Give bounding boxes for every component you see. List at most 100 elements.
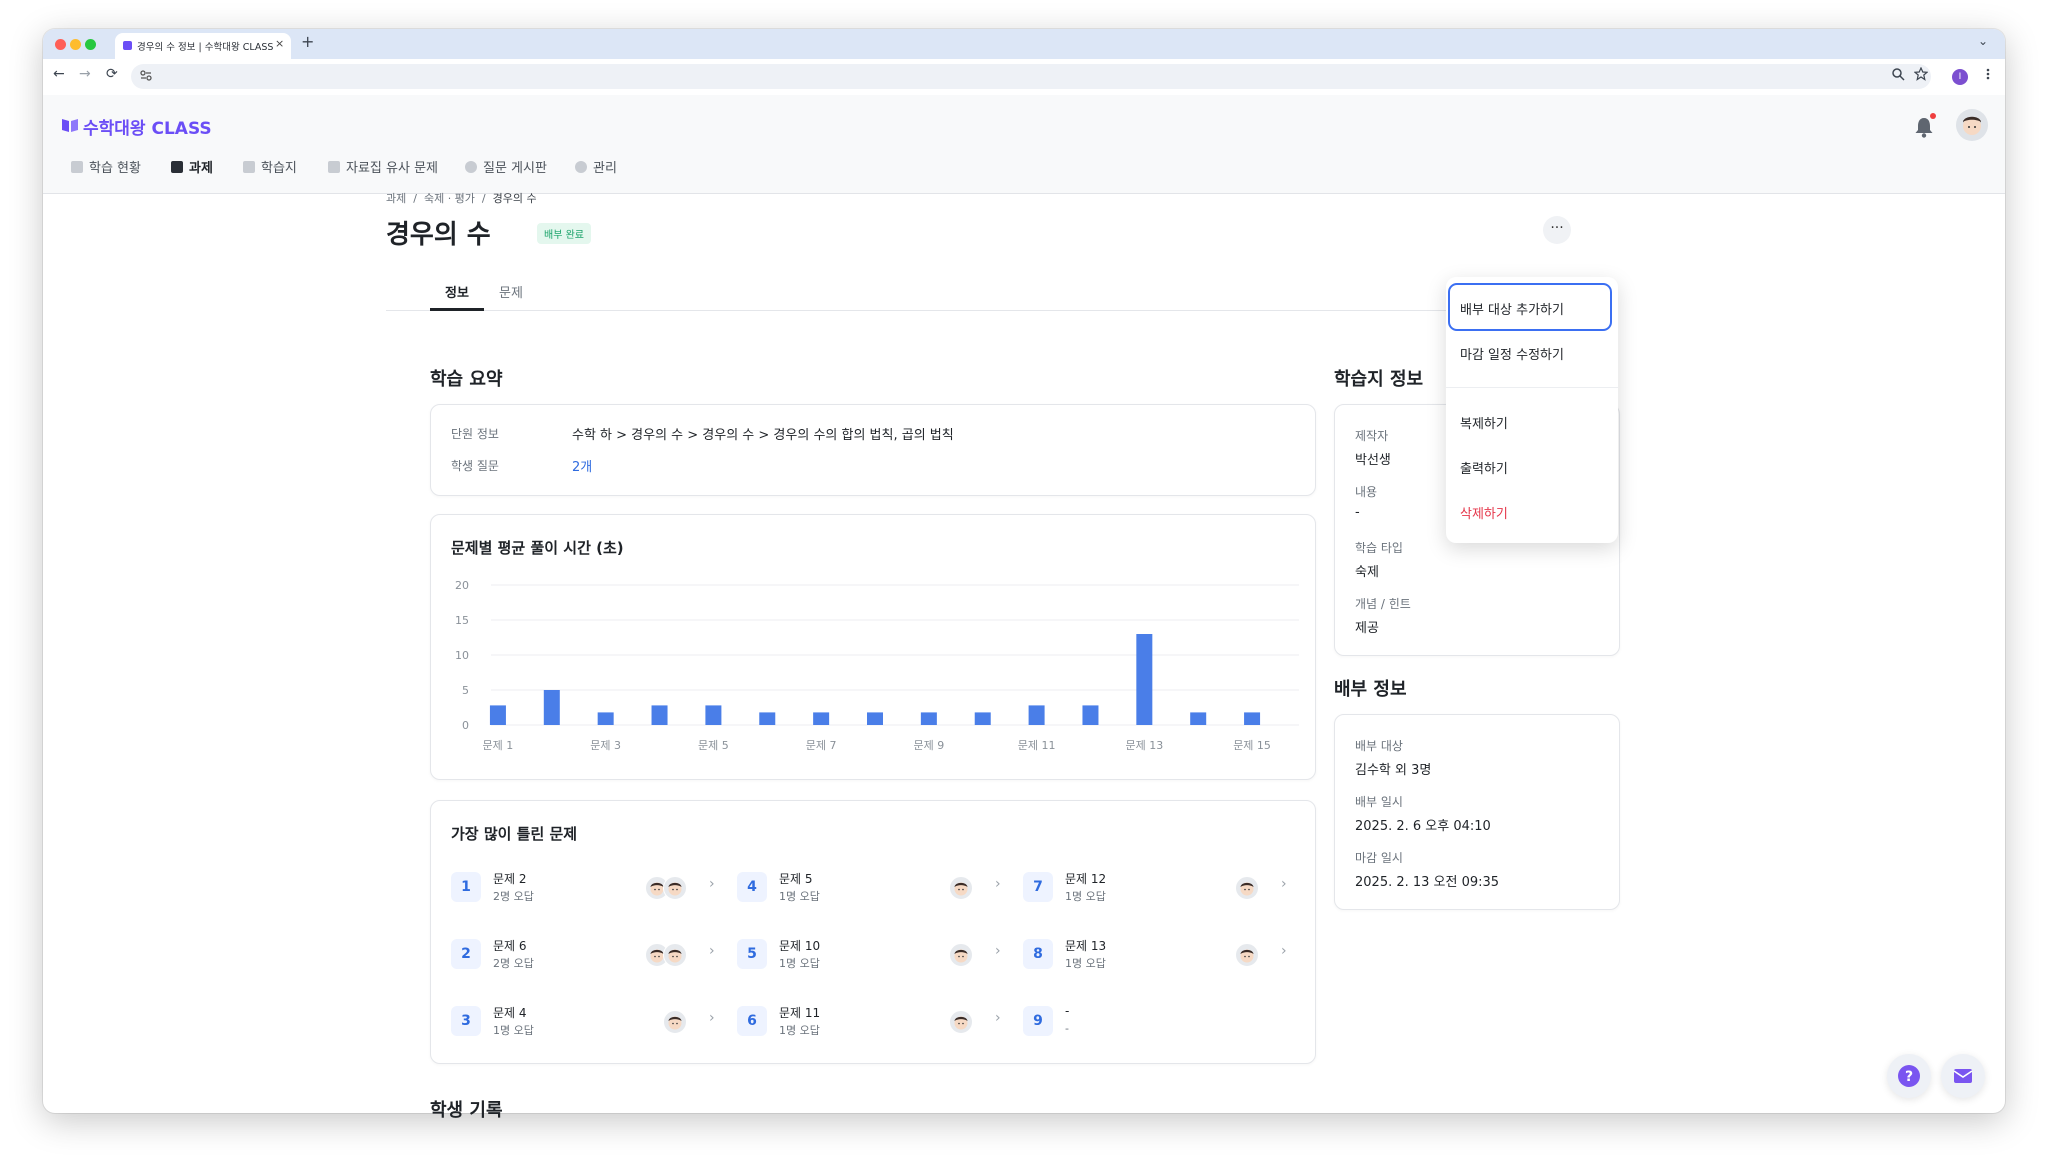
bar-12[interactable] — [1082, 705, 1099, 725]
problem-rank: 5 — [737, 939, 767, 969]
back-button[interactable]: ← — [53, 66, 65, 82]
list-item[interactable]: 3 문제 4 1명 오답 › — [451, 1000, 717, 1040]
bar-6[interactable] — [759, 712, 776, 725]
chevron-right-icon[interactable]: › — [995, 1010, 1001, 1026]
browser-tab[interactable]: 경우의 수 정보 | 수학대왕 CLASS × — [115, 33, 291, 59]
nav-management[interactable]: 관리 — [575, 157, 617, 176]
more-options-button[interactable]: ··· — [1543, 216, 1571, 244]
bar-7[interactable] — [813, 712, 830, 725]
x-tick-label: 문제 3 — [590, 739, 621, 752]
address-bar[interactable] — [131, 64, 1931, 89]
nav-question-board[interactable]: 질문 게시판 — [465, 157, 547, 176]
close-tab-icon[interactable]: × — [275, 37, 284, 50]
nav-learning-status[interactable]: 학습 현황 — [71, 157, 141, 176]
list-item[interactable]: 2 문제 6 2명 오답 › — [451, 933, 717, 973]
message-button[interactable] — [1941, 1054, 1985, 1098]
user-avatar[interactable] — [1956, 109, 1988, 141]
wrong-count: 1명 오답 — [779, 890, 820, 903]
summary-title: 학습 요약 — [430, 369, 503, 390]
x-tick-label: 문제 13 — [1125, 739, 1163, 752]
bar-8[interactable] — [867, 712, 883, 725]
breadcrumb-current: 경우의 수 — [492, 192, 537, 205]
list-item[interactable]: 4 문제 5 1명 오답 › — [737, 866, 1003, 906]
problem-rank: 3 — [451, 1006, 481, 1036]
list-item[interactable]: 8 문제 13 1명 오답 › — [1023, 933, 1289, 973]
chevron-right-icon[interactable]: › — [995, 943, 1001, 959]
bar-1[interactable] — [489, 705, 506, 725]
nav-assignments[interactable]: 과제 — [171, 157, 213, 176]
nav-label: 관리 — [593, 161, 617, 176]
wrong-count: 2명 오답 — [493, 890, 534, 903]
help-button[interactable]: ? — [1887, 1054, 1931, 1098]
bar-5[interactable] — [705, 705, 722, 725]
breadcrumb-item[interactable]: 과제 — [386, 192, 406, 205]
tab-info[interactable]: 정보 — [445, 282, 469, 301]
zoom-icon[interactable] — [1891, 67, 1905, 81]
app-logo[interactable]: 수학대왕 CLASS — [83, 114, 212, 139]
site-settings-icon[interactable] — [139, 68, 153, 82]
chevron-right-icon[interactable]: › — [1281, 943, 1287, 959]
bar-3[interactable] — [597, 712, 614, 725]
wrong-count: 1명 오답 — [493, 1024, 534, 1037]
nav-label: 학습지 — [261, 161, 297, 176]
student-avatar-icon — [663, 876, 687, 900]
minimize-window-button[interactable] — [70, 39, 81, 50]
mail-icon — [1953, 1069, 1973, 1083]
tab-search-icon[interactable]: ⌄ — [1978, 34, 1988, 48]
type-value: 숙제 — [1355, 565, 1379, 580]
problem-rank: 7 — [1023, 872, 1053, 902]
menu-edit-deadline[interactable]: 마감 일정 수정하기 — [1460, 344, 1564, 363]
unit-label: 단원 정보 — [451, 427, 499, 441]
breadcrumb-separator: / — [409, 192, 424, 205]
maximize-window-button[interactable] — [85, 39, 96, 50]
questions-link[interactable]: 2개 — [572, 456, 592, 475]
chevron-right-icon[interactable]: › — [709, 943, 715, 959]
active-tab-indicator — [430, 308, 484, 311]
chevron-right-icon[interactable]: › — [1281, 876, 1287, 892]
bar-15[interactable] — [1244, 712, 1261, 725]
gear-icon — [575, 160, 587, 173]
distribution-card: 배부 대상 김수학 외 3명 배부 일시 2025. 2. 6 오후 04:10… — [1334, 714, 1620, 910]
problem-rank: 8 — [1023, 939, 1053, 969]
bookmark-star-icon[interactable] — [1914, 67, 1928, 81]
bar-9[interactable] — [920, 712, 937, 725]
menu-add-recipients[interactable]: 배부 대상 추가하기 — [1460, 299, 1564, 318]
menu-duplicate[interactable]: 복제하기 — [1460, 413, 1508, 432]
list-item[interactable]: 9- - — [1023, 1000, 1289, 1040]
breadcrumb-item[interactable]: 숙제 · 평가 — [424, 192, 475, 205]
bar-2[interactable] — [543, 690, 560, 725]
bar-14[interactable] — [1190, 712, 1207, 725]
close-window-button[interactable] — [55, 39, 66, 50]
nav-similar-problems[interactable]: 자료집 유사 문제 — [328, 157, 438, 176]
new-tab-button[interactable]: + — [301, 32, 314, 51]
list-item[interactable]: 7 문제 12 1명 오답 › — [1023, 866, 1289, 906]
browser-menu-icon[interactable] — [1985, 67, 1991, 81]
student-avatar-icon — [1235, 876, 1259, 900]
list-item[interactable]: 5 문제 10 1명 오답 › — [737, 933, 1003, 973]
chevron-right-icon[interactable]: › — [995, 876, 1001, 892]
browser-profile-avatar[interactable]: I — [1952, 69, 1968, 85]
nav-worksheets[interactable]: 학습지 — [243, 157, 297, 176]
list-item[interactable]: 1 문제 2 2명 오답 › — [451, 866, 717, 906]
problem-name: 문제 5 — [779, 872, 813, 886]
y-tick-label: 15 — [455, 614, 469, 627]
author-label: 제작자 — [1355, 429, 1389, 443]
forward-button[interactable]: → — [79, 66, 91, 82]
bar-13[interactable] — [1136, 634, 1153, 725]
problem-name: 문제 6 — [493, 939, 527, 953]
bar-10[interactable] — [974, 712, 991, 725]
tab-problems[interactable]: 문제 — [499, 282, 523, 301]
distributed-at-label: 배부 일시 — [1355, 795, 1403, 809]
menu-delete[interactable]: 삭제하기 — [1460, 503, 1508, 522]
app-header: 수학대왕 CLASS 학습 현황 과제 학습지 자료집 유사 문제 질문 게시판… — [43, 95, 2005, 194]
problem-rank: 4 — [737, 872, 767, 902]
bar-11[interactable] — [1028, 705, 1045, 725]
reload-button[interactable]: ⟳ — [106, 66, 118, 82]
x-tick-label: 문제 11 — [1018, 739, 1056, 752]
menu-print[interactable]: 출력하기 — [1460, 458, 1508, 477]
bar-4[interactable] — [651, 705, 668, 725]
chevron-right-icon[interactable]: › — [709, 876, 715, 892]
chevron-right-icon[interactable]: › — [709, 1010, 715, 1026]
list-item[interactable]: 6 문제 11 1명 오답 › — [737, 1000, 1003, 1040]
breadcrumb-separator: / — [478, 192, 493, 205]
